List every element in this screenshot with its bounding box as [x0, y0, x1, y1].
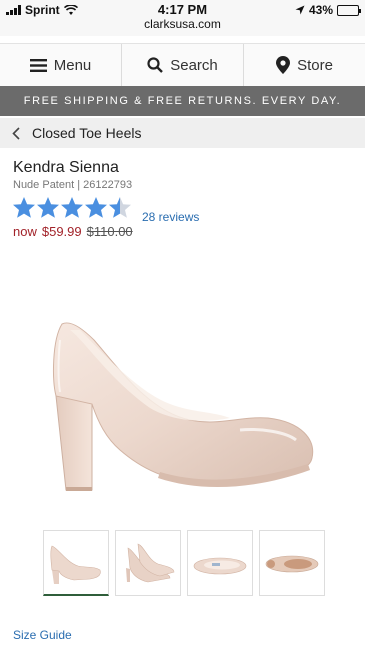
product-subtitle: Nude Patent | 26122793 [13, 179, 132, 191]
battery-icon [337, 4, 361, 16]
size-guide-link[interactable]: Size Guide [13, 628, 72, 642]
chevron-left-icon [12, 126, 20, 140]
status-right: 43% [295, 3, 361, 17]
star-icon [109, 197, 131, 218]
thumbnail-side[interactable] [43, 530, 109, 596]
thumbnail-pair[interactable] [115, 530, 181, 596]
search-label: Search [170, 56, 218, 74]
menu-button[interactable]: Menu [0, 44, 122, 86]
price-row: now $59.99 $110.00 [13, 224, 133, 239]
subtitle-separator: | [77, 179, 81, 191]
product-image[interactable] [40, 300, 330, 510]
url-bar[interactable]: clarksusa.com [0, 17, 365, 31]
thumbnail-sole[interactable] [259, 530, 325, 596]
promo-banner[interactable]: FREE SHIPPING & FREE RETURNS. EVERY DAY. [0, 86, 365, 116]
star-icon [61, 197, 83, 218]
star-icon [85, 197, 107, 218]
product-sku: 26122793 [83, 179, 133, 191]
thumbnail-image [265, 555, 319, 573]
original-price: $110.00 [86, 224, 133, 239]
hamburger-icon [29, 58, 47, 72]
thumbnail-image [126, 543, 175, 583]
breadcrumb-label: Closed Toe Heels [32, 125, 142, 141]
search-icon [147, 57, 164, 73]
product-title: Kendra Sienna [13, 159, 119, 176]
store-label: Store [297, 56, 333, 74]
top-nav: Menu Search Store [0, 43, 365, 86]
battery-percent: 43% [308, 3, 333, 17]
reviews-link[interactable]: 28 reviews [142, 210, 199, 224]
price-label: now [13, 224, 37, 239]
thumbnail-image [193, 557, 247, 575]
star-icon [37, 197, 59, 218]
status-bar: Sprint 4:17 PM clarksusa.com 43% [0, 0, 365, 36]
location-arrow-icon [295, 5, 305, 15]
search-button[interactable]: Search [122, 44, 244, 86]
map-pin-icon [276, 56, 291, 74]
thumbnail-strip [43, 530, 325, 596]
thumbnail-inside[interactable] [187, 530, 253, 596]
product-color: Nude Patent [13, 179, 75, 191]
star-icon [13, 197, 35, 218]
rating-stars[interactable] [12, 196, 132, 220]
sale-price: $59.99 [41, 224, 82, 239]
thumbnail-image [50, 545, 101, 584]
store-button[interactable]: Store [244, 44, 365, 86]
menu-label: Menu [53, 56, 92, 74]
breadcrumb[interactable]: Closed Toe Heels [0, 118, 365, 148]
